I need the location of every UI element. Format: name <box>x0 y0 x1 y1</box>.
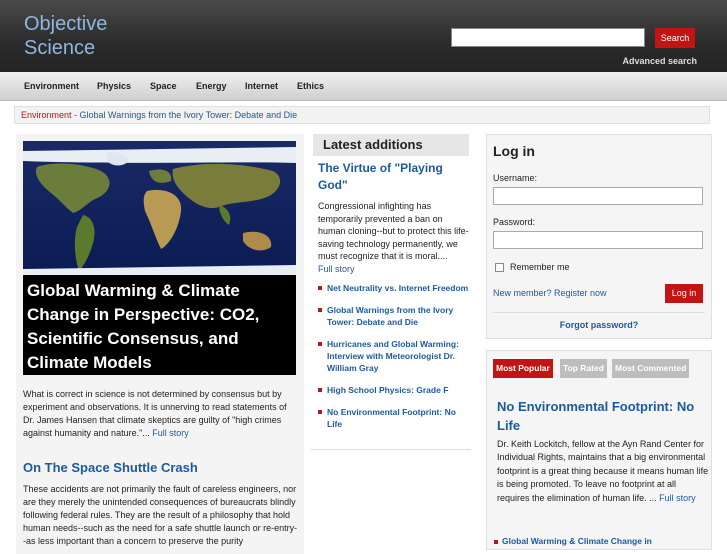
forgot-password-link[interactable]: Forgot password? <box>487 320 711 330</box>
breadcrumb-separator: - <box>71 110 80 120</box>
latest-list-item[interactable]: Hurricanes and Global Warming: Interview… <box>317 338 469 374</box>
divider <box>311 449 471 450</box>
divider <box>493 312 705 313</box>
latest-list-item[interactable]: High School Physics: Grade F <box>317 384 469 396</box>
latest-list-item[interactable]: Net Neutrality vs. Internet Freedom <box>317 282 469 294</box>
search-input[interactable] <box>451 28 645 47</box>
login-heading: Log in <box>493 143 535 159</box>
latest-list: Net Neutrality vs. Internet Freedom Glob… <box>317 282 469 440</box>
earth-map-image[interactable] <box>23 141 296 283</box>
latest-full-story-link[interactable]: Full story <box>318 264 355 274</box>
breadcrumb: Environment - Global Warnings from the I… <box>14 106 710 124</box>
logo-line-1: Objective <box>24 13 108 35</box>
site-logo[interactable]: Objective Science <box>24 12 107 60</box>
feature-title[interactable]: Global Warming & Climate Change in Persp… <box>23 275 296 375</box>
remember-checkbox[interactable] <box>495 263 504 272</box>
nav-item-physics[interactable]: Physics <box>97 72 131 100</box>
breadcrumb-section[interactable]: Environment <box>21 110 72 120</box>
story-body: These accidents are not primarily the fa… <box>23 484 298 546</box>
tab-top-rated[interactable]: Top Rated <box>560 359 607 378</box>
latest-list-item[interactable]: Global Warnings from the Ivory Tower: De… <box>317 304 469 328</box>
tab-most-popular[interactable]: Most Popular <box>493 359 553 378</box>
earth-map-graphic <box>23 141 296 283</box>
main-nav: Environment Physics Space Energy Interne… <box>0 72 727 101</box>
story-title[interactable]: On The Space Shuttle Crash <box>23 460 198 475</box>
popular-full-story-link[interactable]: Full story <box>659 493 696 503</box>
popular-panel: Most Popular Top Rated Most Commented No… <box>486 350 712 550</box>
nav-item-internet[interactable]: Internet <box>245 72 278 100</box>
latest-lead-title[interactable]: The Virtue of "Playing God" <box>318 160 468 194</box>
nav-item-space[interactable]: Space <box>150 72 177 100</box>
breadcrumb-page: Global Warnings from the Ivory Tower: De… <box>79 110 298 120</box>
latest-additions: Latest additions The Virtue of "Playing … <box>311 134 471 554</box>
advanced-search-link[interactable]: Advanced search <box>622 56 697 66</box>
latest-lead-text: Congressional infighting has temporarily… <box>318 201 469 262</box>
username-field[interactable] <box>493 187 703 205</box>
feature-full-story-link[interactable]: Full story <box>152 428 189 438</box>
remember-label: Remember me <box>510 262 570 272</box>
password-field[interactable] <box>493 231 703 249</box>
popular-title[interactable]: No Environmental Footprint: No Life <box>497 397 707 435</box>
feature-body: What is correct in science is not determ… <box>23 388 299 440</box>
latest-list-item[interactable]: No Environmental Footprint: No Life <box>317 406 469 430</box>
popular-body: Dr. Keith Lockitch, fellow at the Ayn Ra… <box>497 438 709 505</box>
site-header: Objective Science Search Advanced search <box>0 0 727 72</box>
search-button[interactable]: Search <box>655 28 695 48</box>
featured-column: Global Warming & Climate Change in Persp… <box>16 134 304 554</box>
login-panel: Log in Username: Password: Remember me N… <box>486 134 712 339</box>
tab-most-commented[interactable]: Most Commented <box>612 359 690 378</box>
register-link[interactable]: New member? Register now <box>493 288 607 298</box>
nav-item-environment[interactable]: Environment <box>24 72 79 100</box>
nav-item-energy[interactable]: Energy <box>196 72 227 100</box>
logo-line-2: Science <box>24 37 96 59</box>
username-label: Username: <box>493 173 538 183</box>
login-button[interactable]: Log in <box>665 284 703 303</box>
latest-heading: Latest additions <box>313 134 469 156</box>
password-label: Password: <box>493 217 536 227</box>
latest-lead-body: Congressional infighting has temporarily… <box>318 200 471 276</box>
nav-item-ethics[interactable]: Ethics <box>297 72 324 100</box>
